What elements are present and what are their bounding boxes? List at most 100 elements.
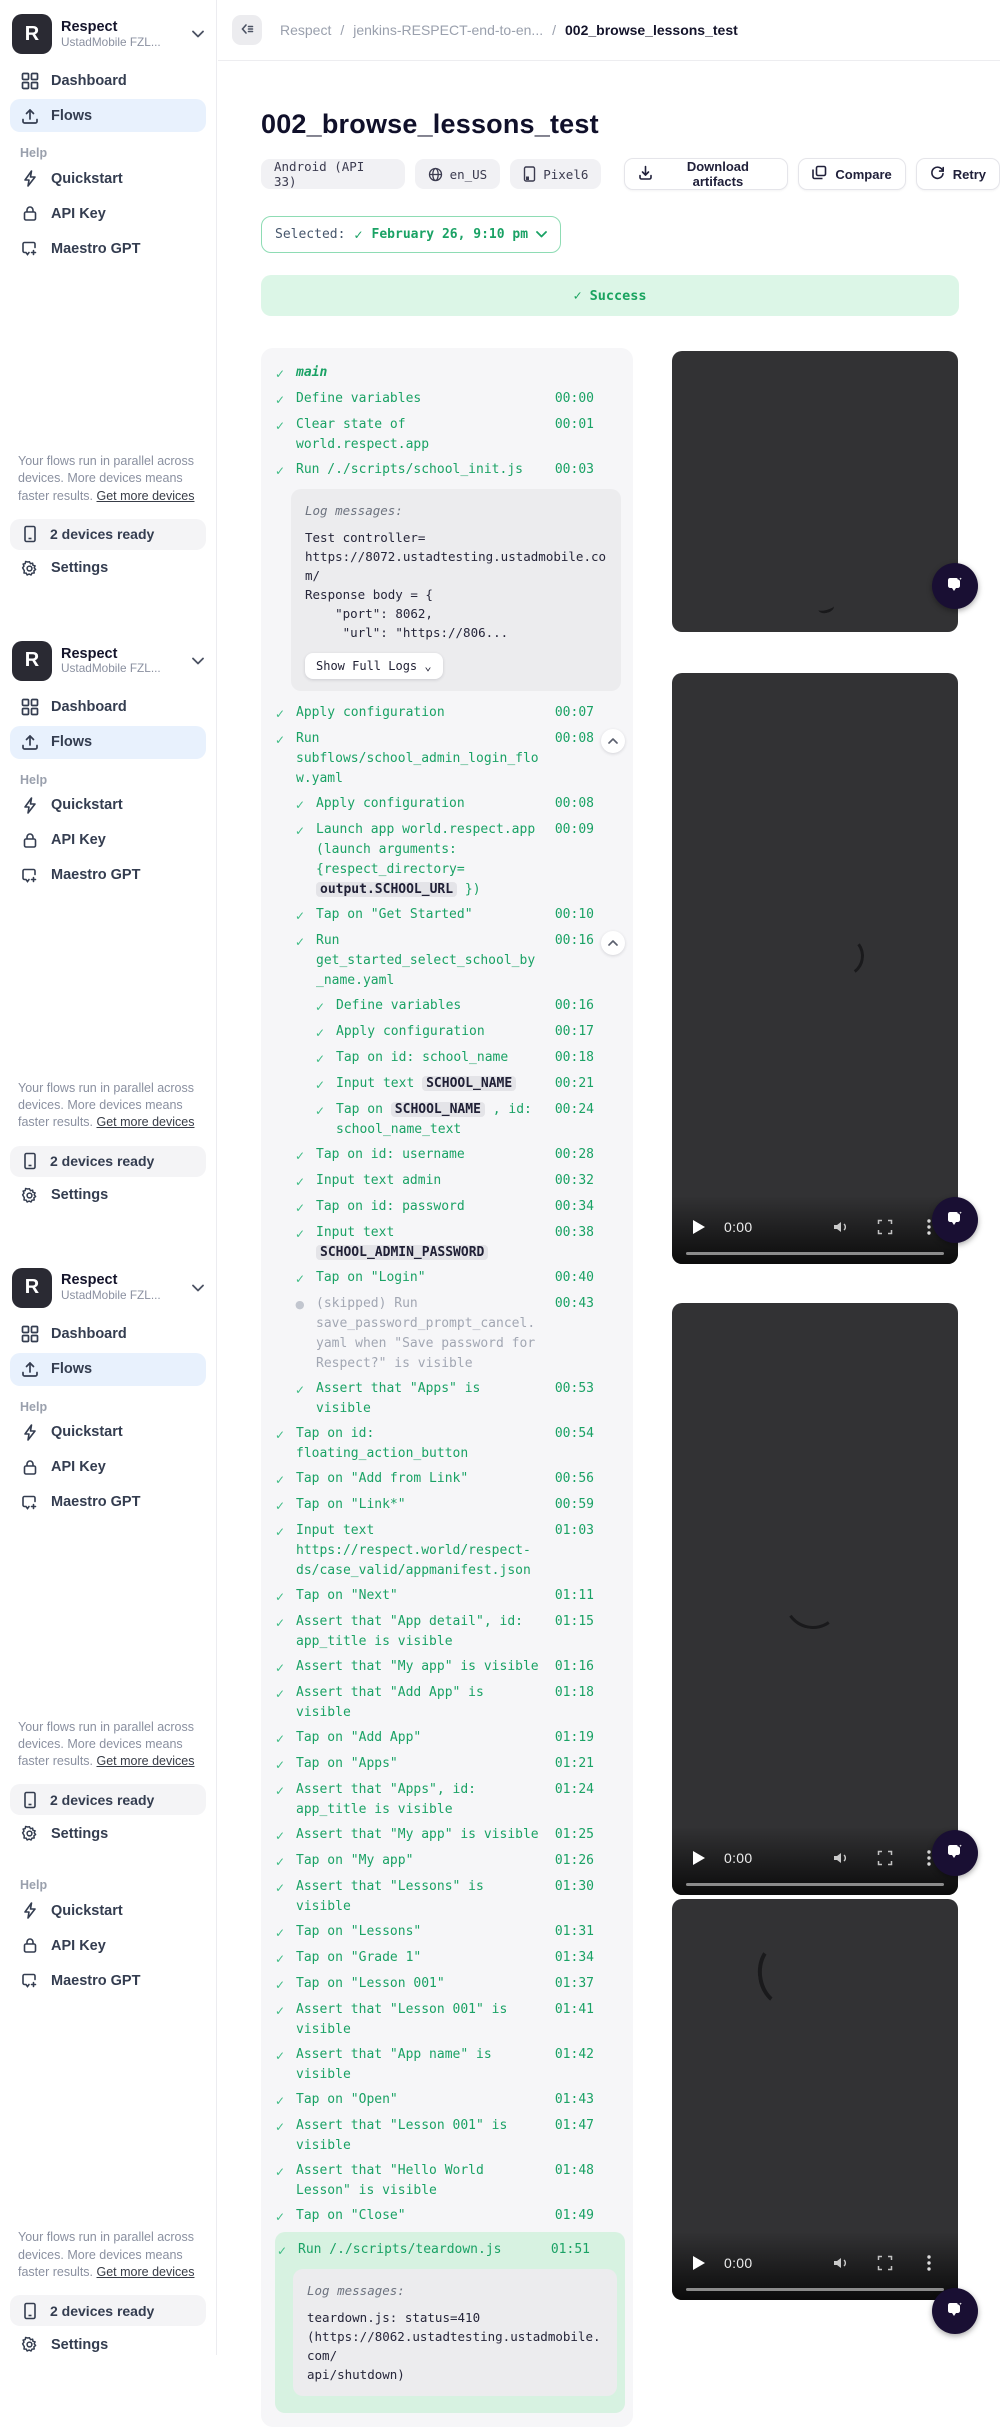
- video-progress-bar[interactable]: [686, 1252, 944, 1256]
- step-row[interactable]: ✓Assert that "Lesson 001" is visible01:4…: [275, 2114, 625, 2158]
- sidebar-item-maestro-gpt[interactable]: Maestro GPT: [10, 232, 206, 265]
- step-row[interactable]: ✓Tap on id: password00:34: [295, 1195, 625, 1220]
- step-row[interactable]: ✓Assert that "Lessons" is visible01:30: [275, 1875, 625, 1919]
- volume-icon[interactable]: [828, 1850, 854, 1866]
- step-row[interactable]: ✓Run get_started_select_school_by_name.y…: [295, 929, 625, 993]
- breadcrumb-run[interactable]: jenkins-RESPECT-end-to-en...: [353, 22, 543, 38]
- volume-icon[interactable]: [828, 1219, 854, 1235]
- step-row[interactable]: ✓Apply configuration00:17: [315, 1020, 625, 1045]
- sidebar-item-dashboard[interactable]: Dashboard: [10, 1318, 206, 1351]
- collapse-step-button[interactable]: [601, 729, 625, 753]
- video-surface[interactable]: [672, 351, 958, 632]
- sidebar-item-maestro-gpt[interactable]: Maestro GPT: [10, 1486, 206, 1519]
- assistant-fab-button[interactable]: [932, 1830, 978, 1876]
- sidebar-item-settings[interactable]: Settings: [10, 2326, 206, 2363]
- kebab-menu-icon[interactable]: [916, 2255, 942, 2271]
- step-row[interactable]: ✓Tap on "Open"01:43: [275, 2088, 625, 2113]
- show-full-logs-button[interactable]: Show Full Logs ⌄: [305, 653, 443, 679]
- step-row[interactable]: ✓Tap on "Next"01:11: [275, 1584, 625, 1609]
- step-row[interactable]: ✓Tap on "Lesson 001"01:37: [275, 1972, 625, 1997]
- step-row[interactable]: ✓Apply configuration00:08: [295, 792, 625, 817]
- sidebar-item-api-key[interactable]: API Key: [10, 1451, 206, 1484]
- step-row[interactable]: ✓Tap on "Grade 1"01:34: [275, 1946, 625, 1971]
- get-more-devices-link[interactable]: Get more devices: [97, 1115, 195, 1129]
- sidebar-item-flows[interactable]: Flows: [10, 1353, 206, 1386]
- step-row[interactable]: ✓Tap on "Lessons"01:31: [275, 1920, 625, 1945]
- sidebar-item-quickstart[interactable]: Quickstart: [10, 1416, 206, 1449]
- step-row[interactable]: ✓Assert that "Lesson 001" is visible01:4…: [275, 1998, 625, 2042]
- devices-ready-status[interactable]: 2 devices ready: [10, 519, 206, 550]
- step-row[interactable]: ✓main: [275, 361, 625, 386]
- step-row[interactable]: ✓Tap on "Get Started"00:10: [295, 903, 625, 928]
- sidebar-item-dashboard[interactable]: Dashboard: [10, 64, 206, 97]
- sidebar-item-api-key[interactable]: API Key: [10, 1929, 206, 1962]
- step-row[interactable]: ✓Tap on SCHOOL_NAME , id: school_name_te…: [315, 1098, 625, 1142]
- play-button[interactable]: [686, 2255, 712, 2271]
- workspace-switcher[interactable]: R Respect UstadMobile FZL...: [10, 1254, 206, 1316]
- step-row[interactable]: ✓Input text admin00:32: [295, 1169, 625, 1194]
- assistant-fab-button[interactable]: [932, 2288, 978, 2334]
- get-more-devices-link[interactable]: Get more devices: [97, 489, 195, 503]
- step-row[interactable]: ✓Tap on id: school_name00:18: [315, 1046, 625, 1071]
- fullscreen-icon[interactable]: [872, 1850, 898, 1866]
- play-button[interactable]: [686, 1219, 712, 1235]
- sidebar-item-quickstart[interactable]: Quickstart: [10, 162, 206, 195]
- fullscreen-icon[interactable]: [872, 1219, 898, 1235]
- compare-button[interactable]: Compare: [798, 158, 905, 190]
- assistant-fab-button[interactable]: [932, 1197, 978, 1243]
- step-row[interactable]: ✓Tap on "Apps"01:21: [275, 1752, 625, 1777]
- sidebar-item-quickstart[interactable]: Quickstart: [10, 1894, 206, 1927]
- step-row[interactable]: ✓Assert that "App name" is visible01:42: [275, 2043, 625, 2087]
- sidebar-item-settings[interactable]: Settings: [10, 1177, 206, 1214]
- workspace-switcher[interactable]: R Respect UstadMobile FZL...: [10, 627, 206, 689]
- video-progress-bar[interactable]: [686, 1883, 944, 1887]
- get-more-devices-link[interactable]: Get more devices: [97, 1754, 195, 1768]
- step-row[interactable]: ✓Run subflows/school_admin_login_flow.ya…: [275, 727, 625, 791]
- sidebar-item-quickstart[interactable]: Quickstart: [10, 789, 206, 822]
- step-row[interactable]: ✓Tap on id: username00:28: [295, 1143, 625, 1168]
- step-row[interactable]: ✓Apply configuration00:07: [275, 701, 625, 726]
- step-row[interactable]: ✓Clear state of world.respect.app00:01: [275, 413, 625, 457]
- sidebar-item-maestro-gpt[interactable]: Maestro GPT: [10, 1964, 206, 1997]
- sidebar-item-settings[interactable]: Settings: [10, 1815, 206, 1852]
- retry-button[interactable]: Retry: [916, 158, 1000, 190]
- devices-ready-status[interactable]: 2 devices ready: [10, 2295, 206, 2326]
- step-row[interactable]: ✓Assert that "Hello World Lesson" is vis…: [275, 2159, 625, 2203]
- step-row[interactable]: ✓Input text https://respect.world/respec…: [275, 1519, 625, 1583]
- step-row[interactable]: ✓Input text SCHOOL_NAME00:21: [315, 1072, 625, 1097]
- step-row[interactable]: ✓Assert that "My app" is visible01:16: [275, 1655, 625, 1680]
- step-row[interactable]: ✓Assert that "App detail", id: app_title…: [275, 1610, 625, 1654]
- fullscreen-icon[interactable]: [872, 2255, 898, 2271]
- step-row[interactable]: ✓Assert that "Add App" is visible01:18: [275, 1681, 625, 1725]
- sidebar-item-dashboard[interactable]: Dashboard: [10, 691, 206, 724]
- assistant-fab-button[interactable]: [932, 563, 978, 609]
- step-row[interactable]: ✓Assert that "Apps" is visible00:53: [295, 1377, 625, 1421]
- video-surface[interactable]: 0:00: [672, 1303, 958, 1895]
- sidebar-item-api-key[interactable]: API Key: [10, 824, 206, 857]
- sidebar-item-settings[interactable]: Settings: [10, 550, 206, 587]
- play-button[interactable]: [686, 1850, 712, 1866]
- sidebar-item-flows[interactable]: Flows: [10, 726, 206, 759]
- step-row[interactable]: ✓Tap on "Close"01:49: [275, 2204, 625, 2229]
- step-row[interactable]: ✓Tap on id: floating_action_button00:54: [275, 1422, 625, 1466]
- step-row[interactable]: ✓Input text SCHOOL_ADMIN_PASSWORD00:38: [295, 1221, 625, 1265]
- step-row[interactable]: ✓Define variables00:00: [275, 387, 625, 412]
- sidebar-item-flows[interactable]: Flows: [10, 99, 206, 132]
- step-row[interactable]: ✓Tap on "Add from Link"00:56: [275, 1467, 625, 1492]
- step-row[interactable]: ✓Run /./scripts/teardown.js01:51: [277, 2238, 621, 2263]
- video-surface[interactable]: 0:00: [672, 673, 958, 1264]
- workspace-switcher[interactable]: R Respect UstadMobile FZL...: [10, 0, 206, 62]
- step-row[interactable]: ✓Launch app world.respect.app (launch ar…: [295, 818, 625, 902]
- download-artifacts-button[interactable]: Download artifacts: [624, 158, 788, 190]
- sidebar-item-api-key[interactable]: API Key: [10, 197, 206, 230]
- step-row[interactable]: ✓Tap on "My app"01:26: [275, 1849, 625, 1874]
- step-row[interactable]: ✓Define variables00:16: [315, 994, 625, 1019]
- get-more-devices-link[interactable]: Get more devices: [97, 2265, 195, 2279]
- breadcrumb-workspace[interactable]: Respect: [280, 22, 331, 38]
- video-progress-bar[interactable]: [686, 2288, 944, 2292]
- video-surface[interactable]: 0:00: [672, 1899, 958, 2300]
- step-row[interactable]: ✓Tap on "Link*"00:59: [275, 1493, 625, 1518]
- step-row[interactable]: ✓Assert that "My app" is visible01:25: [275, 1823, 625, 1848]
- volume-icon[interactable]: [828, 2255, 854, 2271]
- collapse-step-button[interactable]: [601, 931, 625, 955]
